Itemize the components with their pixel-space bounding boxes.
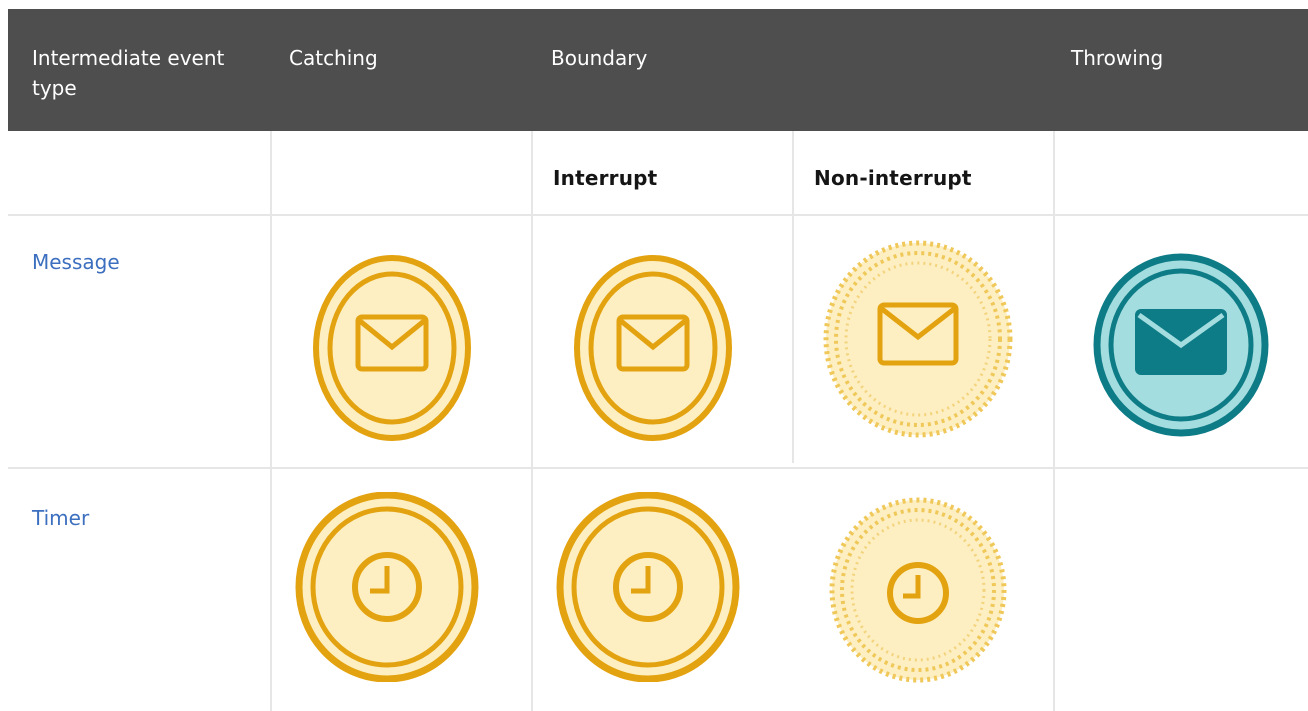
timer-link[interactable]: Timer <box>32 503 89 533</box>
header-throwing: Throwing <box>1071 46 1164 70</box>
message-boundary-interrupt-icon <box>574 255 732 441</box>
message-link[interactable]: Message <box>32 247 120 277</box>
message-throwing-icon <box>1093 253 1269 437</box>
col-divider <box>531 131 533 711</box>
table-header: Intermediate event type Catching Boundar… <box>8 9 1308 131</box>
col-divider <box>792 131 794 463</box>
subheader-interrupt: Interrupt <box>553 166 658 190</box>
timer-boundary-interrupt-icon <box>556 492 740 682</box>
subheader-non-interrupt: Non-interrupt <box>814 166 972 190</box>
col-divider <box>270 131 272 711</box>
events-table: Intermediate event type Catching Boundar… <box>8 9 1308 711</box>
col-divider <box>1053 131 1055 711</box>
header-event-type: Intermediate event type <box>32 46 225 100</box>
header-boundary: Boundary <box>551 46 648 70</box>
header-catching: Catching <box>289 46 378 70</box>
message-boundary-non-interrupt-icon <box>823 240 1013 438</box>
timer-boundary-non-interrupt-icon <box>829 497 1007 683</box>
timer-catching-icon <box>295 492 479 682</box>
row-divider <box>8 467 1308 469</box>
row-divider <box>8 214 1308 216</box>
message-catching-icon <box>313 255 471 441</box>
